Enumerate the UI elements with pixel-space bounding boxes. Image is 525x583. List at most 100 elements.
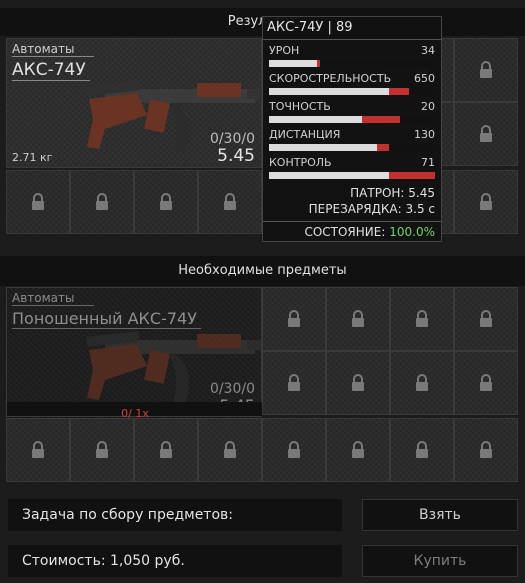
lock-icon (415, 374, 429, 392)
tooltip-reload: ПЕРЕЗАРЯДКА: 3.5 с (308, 202, 435, 216)
lock-icon (95, 193, 109, 211)
locked-slot[interactable] (134, 170, 198, 234)
lock-icon (479, 61, 493, 79)
tooltip-stat-bar-fill (269, 144, 377, 151)
lock-icon (31, 441, 45, 459)
cost-panel: Стоимость: 1,050 руб. (8, 545, 342, 577)
locked-slot[interactable] (262, 418, 326, 482)
lock-icon (479, 310, 493, 328)
lock-icon (159, 441, 173, 459)
lock-icon (287, 310, 301, 328)
tooltip-stat-label: УРОН (269, 44, 300, 57)
locked-slot[interactable] (390, 418, 454, 482)
tooltip-title: АКС-74У | 89 (267, 20, 353, 35)
lock-icon (415, 310, 429, 328)
tooltip-divider (263, 39, 441, 40)
locked-slot[interactable] (454, 102, 518, 166)
locked-slot[interactable] (454, 418, 518, 482)
locked-slot[interactable] (326, 418, 390, 482)
lock-icon (479, 125, 493, 143)
locked-slot[interactable] (6, 418, 70, 482)
tooltip-stat-value: 130 (414, 128, 435, 141)
required-item-ammo: 0/30/0 (209, 381, 255, 397)
task-label: Задача по сбору предметов: (22, 507, 233, 523)
task-panel: Задача по сбору предметов: (8, 499, 342, 531)
tooltip-stat-bar-fill (269, 60, 317, 67)
locked-slot[interactable] (454, 287, 518, 351)
lock-icon (159, 193, 173, 211)
locked-slot[interactable] (454, 170, 518, 234)
locked-slot[interactable] (198, 418, 262, 482)
tooltip-stat-bar (269, 144, 435, 151)
item-tooltip: АКС-74У | 89 УРОН 34 СКОРОСТРЕЛЬНОСТЬ 650 ТО… (262, 16, 442, 242)
result-item-category: Автоматы (12, 42, 95, 57)
tooltip-stat-row: УРОН 34 (269, 44, 435, 70)
tooltip-stat-bar (269, 116, 435, 123)
locked-slot[interactable] (390, 351, 454, 415)
lock-icon (31, 193, 45, 211)
lock-icon (223, 441, 237, 459)
lock-icon (479, 193, 493, 211)
lock-icon (223, 193, 237, 211)
tooltip-stat-bar-fill (269, 116, 362, 123)
lock-icon (351, 310, 365, 328)
tooltip-stat-bar-fill (269, 88, 389, 95)
tooltip-stat-value: 71 (421, 156, 435, 169)
cost-label: Стоимость: 1,050 руб. (22, 553, 185, 569)
locked-slot[interactable] (326, 287, 390, 351)
tooltip-stat-bar (269, 88, 435, 95)
tooltip-stat-label: СКОРОСТРЕЛЬНОСТЬ (269, 72, 392, 85)
tooltip-condition-label: СОСТОЯНИЕ: (304, 225, 386, 239)
tooltip-stat-value: 34 (421, 44, 435, 57)
tooltip-stat-value: 650 (414, 72, 435, 85)
tooltip-stat-bar-bonus (389, 172, 435, 179)
result-item-ammo: 0/30/0 (209, 131, 255, 147)
tooltip-stat-row: ТОЧНОСТЬ 20 (269, 100, 435, 126)
lock-icon (287, 374, 301, 392)
lock-icon (479, 441, 493, 459)
locked-slot[interactable] (454, 38, 518, 102)
tooltip-stat-bar-bonus (377, 144, 389, 151)
tooltip-stat-row: ДИСТАНЦИЯ 130 (269, 128, 435, 154)
required-item-count-bar: 0/ 1х (7, 402, 263, 420)
tooltip-stat-bar-bonus (389, 88, 409, 95)
lock-icon (351, 374, 365, 392)
result-item-weight: 2.71 кг (12, 151, 53, 164)
tooltip-stat-value: 20 (421, 100, 435, 113)
tooltip-stat-bar-fill (269, 172, 389, 179)
locked-slot[interactable] (6, 170, 70, 234)
locked-slot[interactable] (134, 418, 198, 482)
tooltip-stat-row: КОНТРОЛЬ 71 (269, 156, 435, 182)
locked-slot[interactable] (390, 287, 454, 351)
required-item-category: Автоматы (12, 291, 95, 306)
tooltip-stat-label: ДИСТАНЦИЯ (269, 128, 341, 141)
buy-button-label: Купить (413, 553, 467, 569)
result-item-card[interactable]: Автоматы АКС-74У 2.71 кг 0/30/0 5.45 (6, 38, 265, 168)
tooltip-stat-bar (269, 172, 435, 179)
lock-icon (287, 441, 301, 459)
tooltip-stat-label: КОНТРОЛЬ (269, 156, 332, 169)
take-button[interactable]: Взять (362, 499, 518, 531)
tooltip-condition-value: 100.0% (389, 225, 435, 239)
locked-slot[interactable] (262, 351, 326, 415)
required-item-card[interactable]: Автоматы Поношенный АКС-74У 0/30/0 5.45 … (6, 287, 265, 420)
tooltip-divider (263, 221, 441, 222)
tooltip-stat-bar-bonus (362, 116, 400, 123)
tooltip-condition: СОСТОЯНИЕ: 100.0% (304, 225, 435, 239)
take-button-label: Взять (419, 507, 461, 523)
locked-slot[interactable] (70, 170, 134, 234)
locked-slot[interactable] (198, 170, 262, 234)
required-header: Необходимые предметы (0, 256, 525, 286)
lock-icon (95, 441, 109, 459)
tooltip-stat-bar (269, 60, 435, 67)
buy-button[interactable]: Купить (362, 545, 518, 577)
locked-slot[interactable] (70, 418, 134, 482)
lock-icon (415, 441, 429, 459)
tooltip-stat-bar-bonus (317, 60, 320, 67)
locked-slot[interactable] (326, 351, 390, 415)
result-item-caliber: 5.45 (217, 146, 255, 166)
lock-icon (479, 374, 493, 392)
locked-slot[interactable] (262, 287, 326, 351)
lock-icon (351, 441, 365, 459)
locked-slot[interactable] (454, 351, 518, 415)
